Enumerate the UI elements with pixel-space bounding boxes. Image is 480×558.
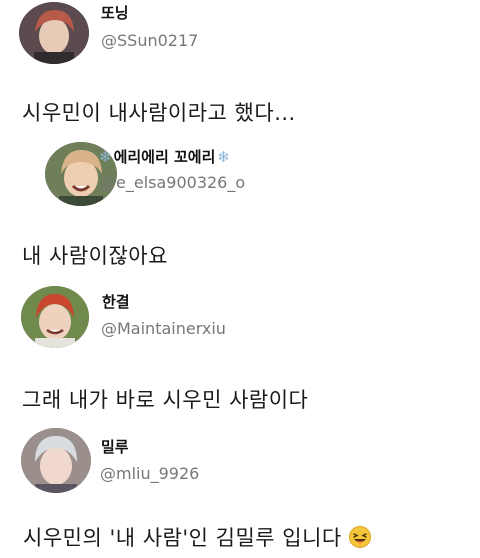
username[interactable]: @mliu_9926 — [100, 464, 199, 483]
avatar[interactable] — [21, 428, 91, 493]
tweet-text: 시우민의 '내 사람'인 김밀루 입니다 — [23, 522, 371, 552]
profile-photo-icon — [21, 286, 89, 348]
laughing-emoji-icon — [348, 526, 371, 548]
display-name[interactable]: 또닝 — [101, 2, 129, 23]
avatar[interactable] — [21, 286, 89, 348]
tweet-text: 그래 내가 바로 시우민 사람이다 — [22, 388, 309, 412]
display-name-text: 에리에리 꼬에리 — [113, 148, 216, 166]
snowflake-icon: ❄ — [99, 147, 112, 166]
avatar[interactable] — [19, 2, 89, 64]
display-name-text: 또닝 — [101, 4, 129, 22]
display-name-text: 한결 — [102, 293, 130, 311]
snowflake-icon: ❄ — [217, 147, 230, 166]
display-name[interactable]: 밀루 — [101, 436, 129, 457]
display-name[interactable]: ❄ 에리에리 꼬에리 ❄ — [99, 146, 230, 167]
tweet-text-content: 시우민의 '내 사람'인 김밀루 입니다 — [23, 526, 342, 550]
tweet-text: 시우민이 내사람이라고 했다... — [22, 101, 296, 125]
username[interactable]: @e_elsa900326_o — [100, 173, 245, 192]
username[interactable]: @Maintainerxiu — [101, 319, 226, 338]
display-name-text: 밀루 — [101, 438, 129, 456]
tweet-text: 내 사람이잖아요 — [22, 244, 168, 268]
username[interactable]: @SSun0217 — [101, 31, 198, 50]
display-name[interactable]: 한결 — [102, 291, 130, 312]
profile-photo-icon — [19, 2, 89, 64]
profile-photo-icon — [21, 428, 91, 493]
